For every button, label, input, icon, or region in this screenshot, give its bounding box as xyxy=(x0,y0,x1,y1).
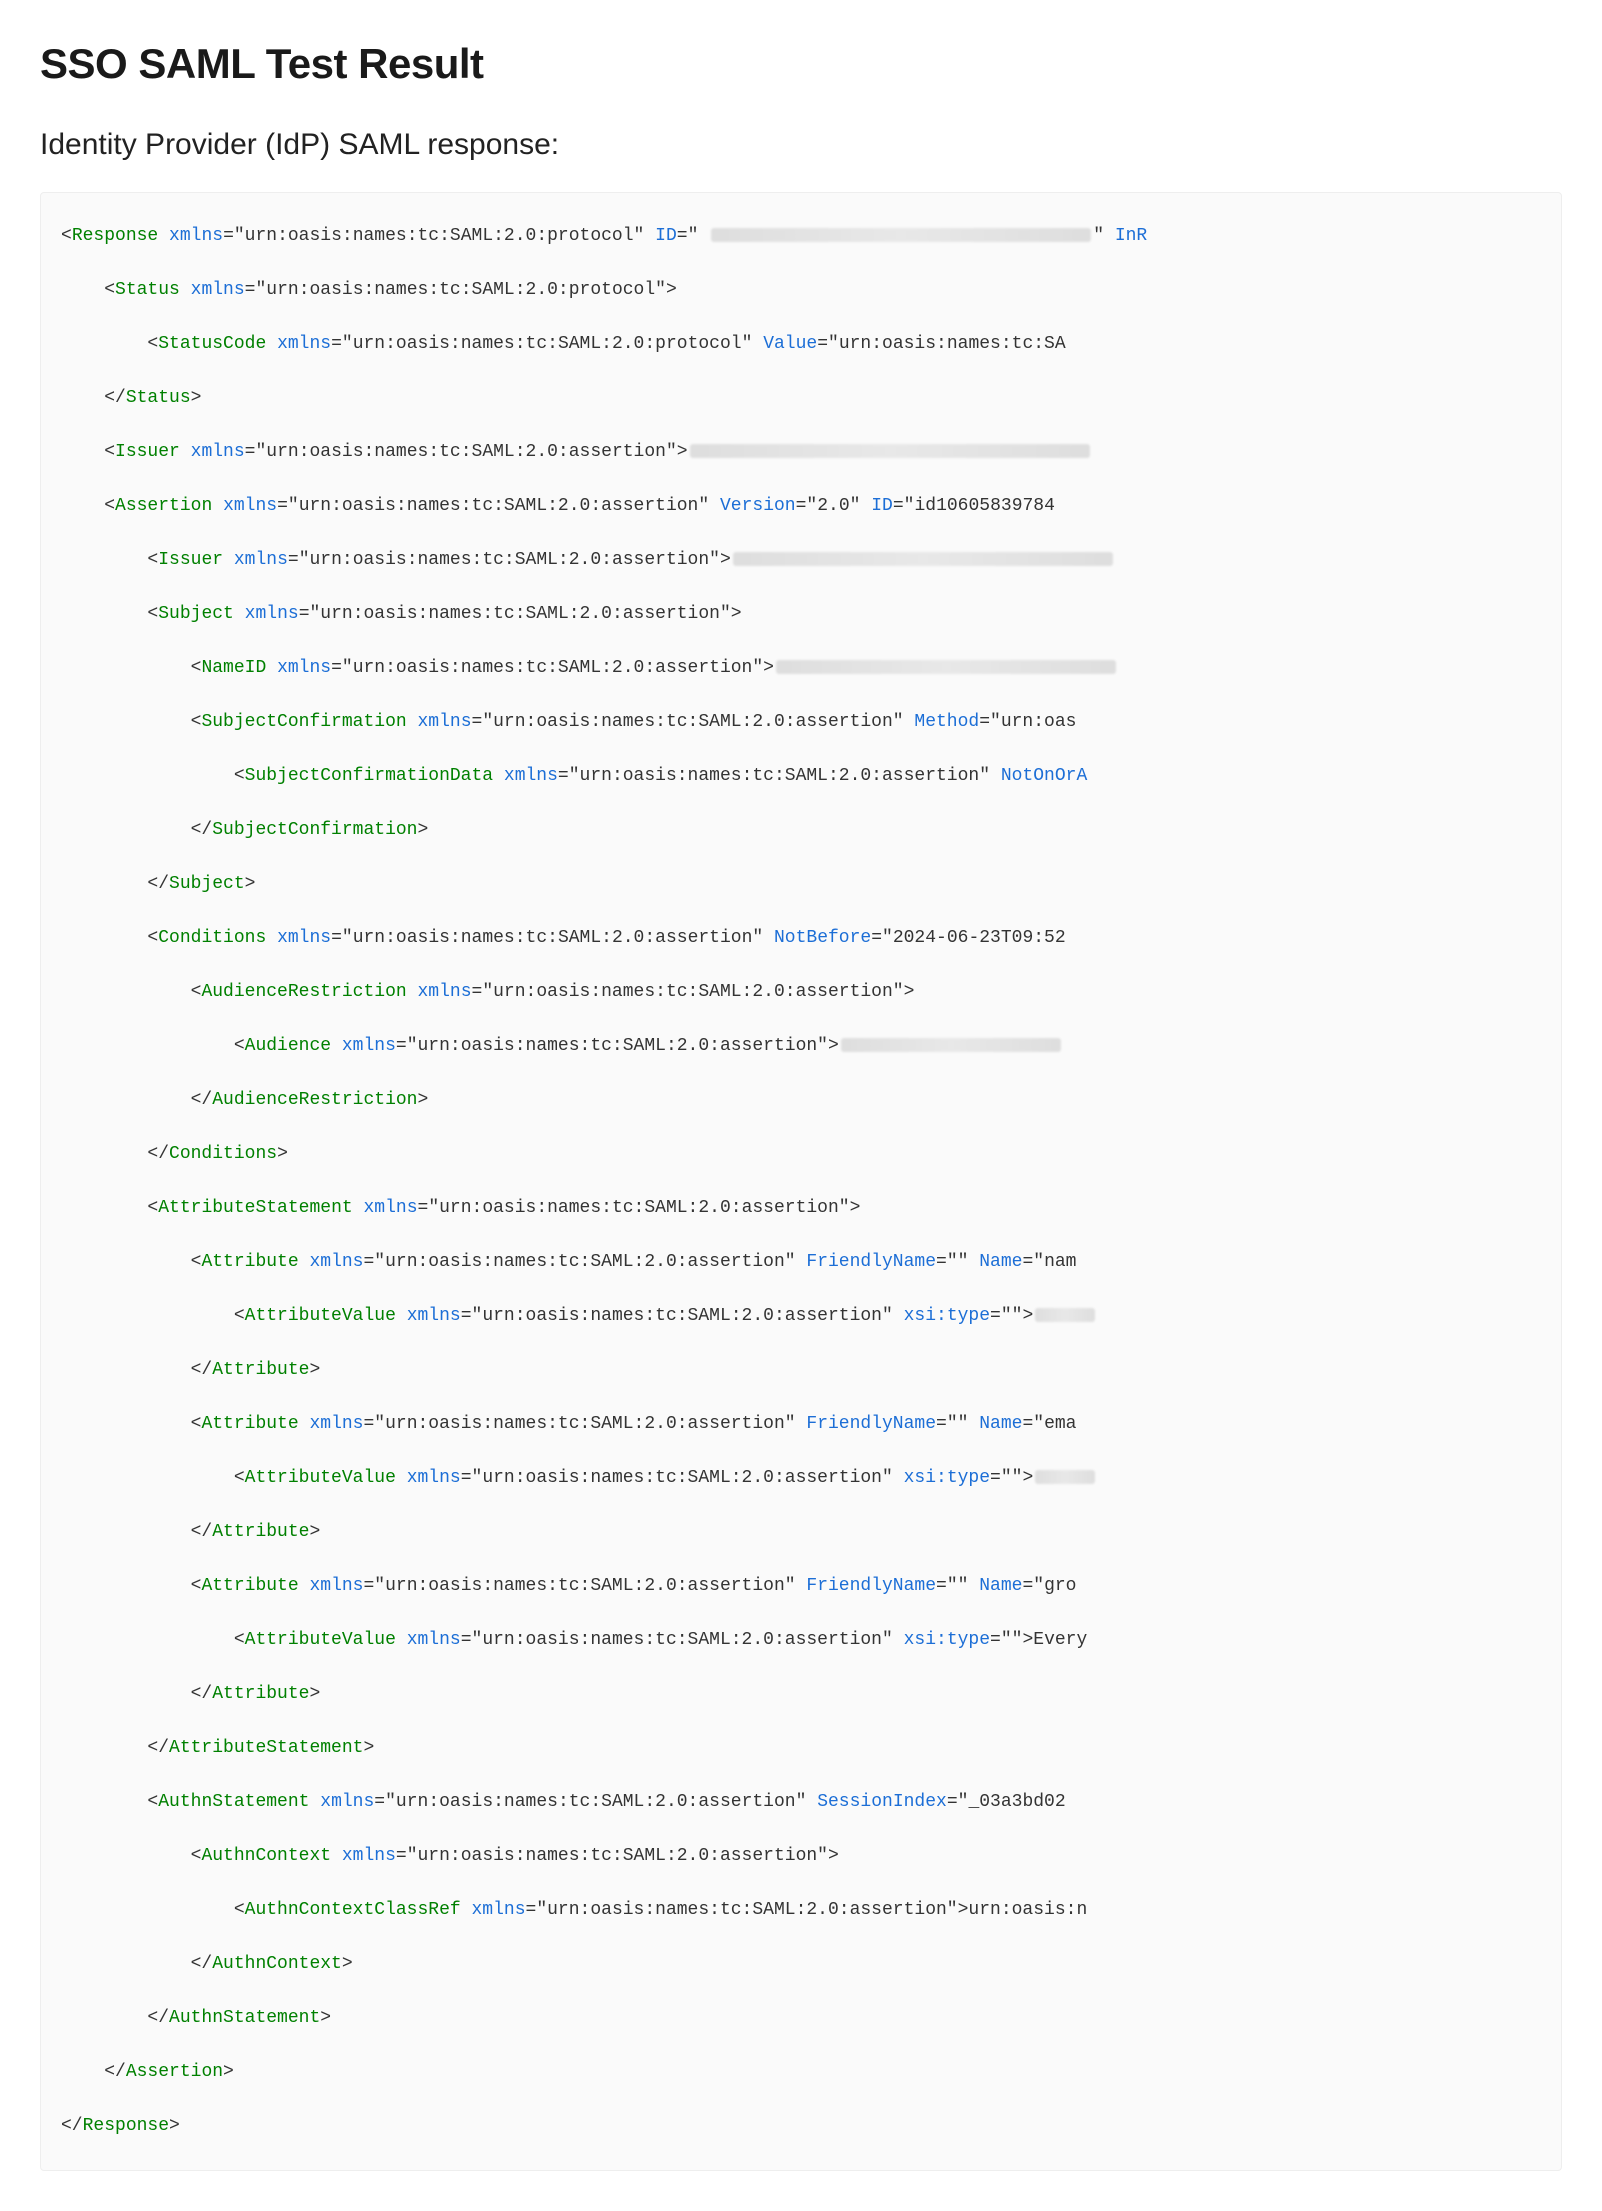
section-title: Identity Provider (IdP) SAML response: xyxy=(40,128,1562,162)
result-card: SSO SAML Test Result Identity Provider (… xyxy=(40,40,1562,2171)
saml-response-code[interactable]: <Response xmlns="urn:oasis:names:tc:SAML… xyxy=(40,192,1562,2171)
page-title: SSO SAML Test Result xyxy=(40,40,1562,88)
